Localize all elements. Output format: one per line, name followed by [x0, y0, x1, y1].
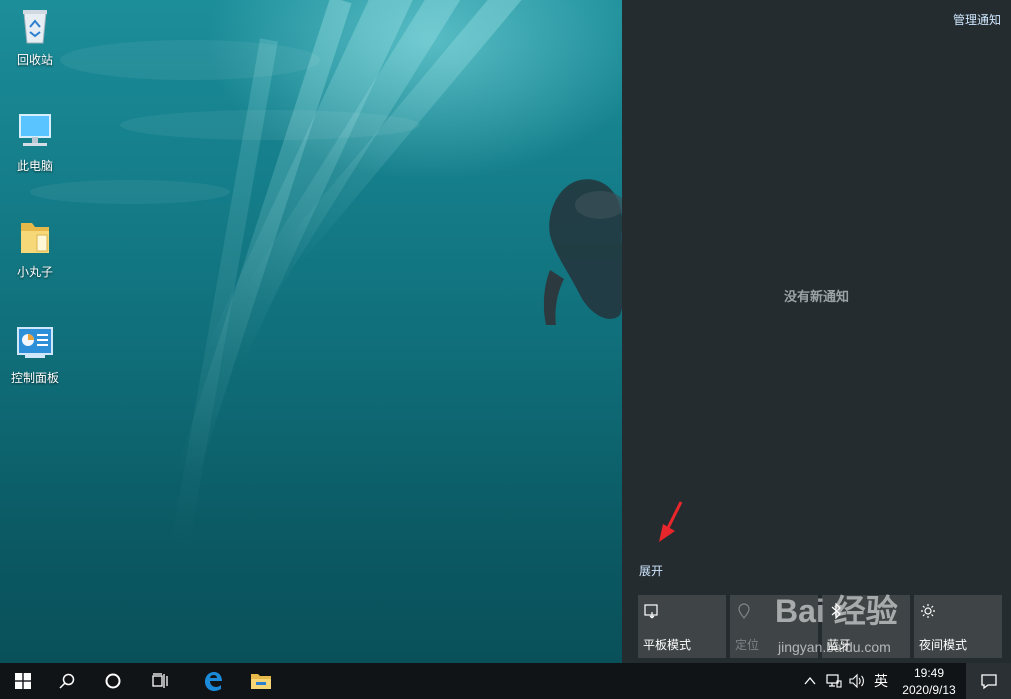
cortana-button[interactable] [90, 663, 136, 699]
location-tile[interactable]: 定位 [730, 595, 818, 658]
tablet-mode-tile[interactable]: 平板模式 [638, 595, 726, 658]
clock-time: 19:49 [913, 666, 945, 680]
control-panel-label: 控制面板 [10, 371, 59, 385]
action-center-button[interactable] [966, 663, 1011, 699]
recycle-bin-icon [15, 5, 55, 45]
volume-button[interactable] [847, 663, 869, 699]
chevron-up-icon [804, 676, 816, 685]
folder-icon [15, 217, 55, 257]
this-pc-shortcut[interactable]: 此电脑 [0, 111, 70, 174]
volume-icon [849, 673, 864, 689]
folder-shortcut[interactable]: 小丸子 [0, 217, 70, 280]
recycle-bin-shortcut[interactable]: 回收站 [0, 5, 70, 68]
swimmer-figure [543, 179, 622, 325]
network-button[interactable] [822, 663, 846, 699]
manage-notifications-link[interactable]: 管理通知 [953, 11, 1001, 28]
taskbar: 英 19:49 2020/9/13 [0, 663, 1011, 699]
this-pc-label: 此电脑 [16, 159, 53, 173]
night-light-icon [921, 604, 935, 618]
action-center-panel: 管理通知 没有新通知 展开 平板模式 定位 蓝牙 夜间模式 [622, 0, 1011, 663]
task-view-button[interactable] [137, 663, 183, 699]
task-view-icon [152, 673, 168, 688]
control-panel-shortcut[interactable]: 控制面板 [0, 323, 70, 386]
notification-icon [980, 674, 997, 690]
tablet-mode-icon [644, 604, 658, 619]
bluetooth-icon [831, 603, 841, 619]
control-panel-icon [15, 323, 55, 363]
night-light-label: 夜间模式 [919, 638, 968, 652]
computer-icon [15, 111, 55, 151]
desktop-wallpaper: 回收站 此电脑 小丸子 控制面板 [0, 0, 622, 663]
annotation-arrow-icon [659, 501, 683, 542]
start-button[interactable] [0, 663, 46, 699]
input-method-indicator[interactable]: 英 [870, 663, 892, 699]
no-notifications-text: 没有新通知 [783, 289, 849, 304]
bluetooth-tile[interactable]: 蓝牙 [822, 595, 910, 658]
night-light-tile[interactable]: 夜间模式 [914, 595, 1002, 658]
network-icon [826, 674, 842, 688]
recycle-bin-label: 回收站 [16, 53, 53, 67]
show-hidden-icons-button[interactable] [800, 663, 820, 699]
file-explorer-button[interactable] [238, 663, 284, 699]
location-label: 定位 [735, 638, 760, 652]
bluetooth-label: 蓝牙 [827, 638, 852, 652]
clock-date: 2020/9/13 [902, 683, 956, 697]
folder-icon [251, 674, 271, 689]
cortana-icon [105, 673, 121, 689]
search-button[interactable] [44, 663, 90, 699]
windows-logo-icon [15, 673, 31, 689]
location-icon [738, 603, 750, 619]
search-icon [59, 673, 75, 689]
edge-icon [205, 672, 222, 691]
expand-link[interactable]: 展开 [639, 562, 663, 579]
folder-label: 小丸子 [16, 265, 53, 279]
clock-button[interactable]: 19:49 2020/9/13 [896, 665, 962, 699]
tablet-mode-label: 平板模式 [643, 638, 692, 652]
edge-browser-button[interactable] [190, 663, 236, 699]
